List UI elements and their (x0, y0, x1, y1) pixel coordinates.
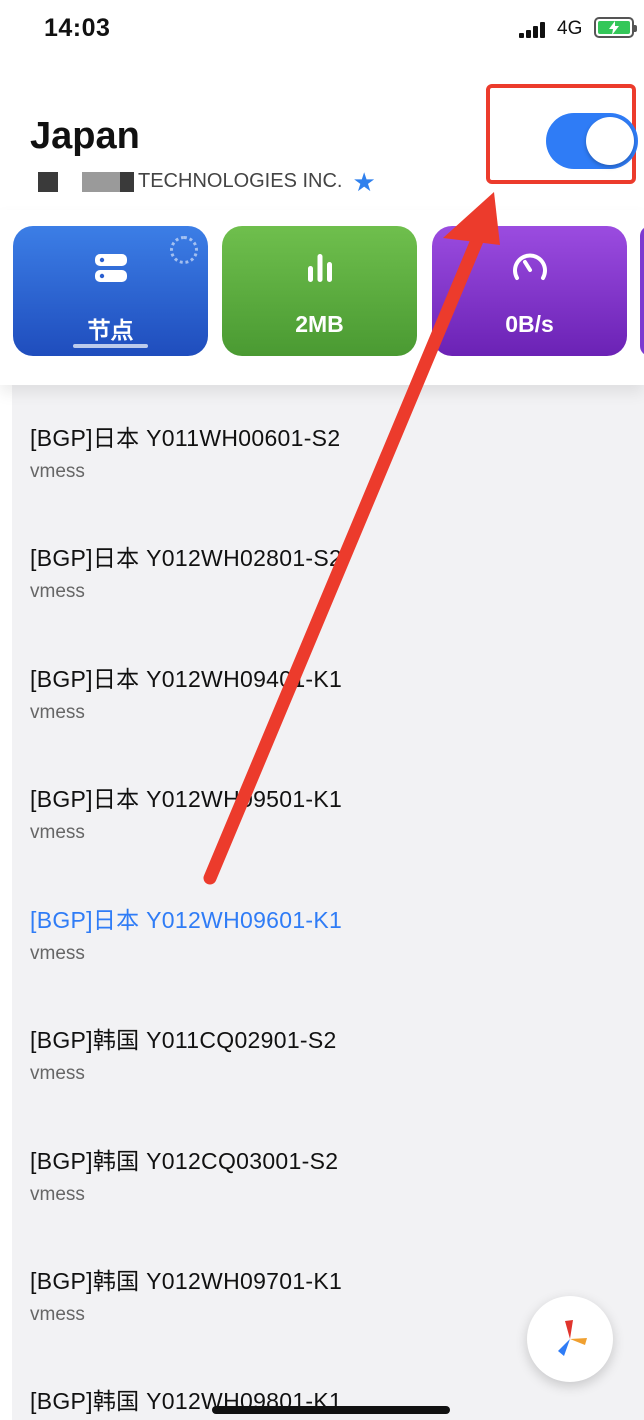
node-protocol: vmess (30, 943, 85, 964)
node-protocol: vmess (30, 822, 85, 843)
node-protocol: vmess (30, 1063, 85, 1084)
node-name: [BGP]日本 Y011WH00601-S2 (30, 425, 341, 451)
favorite-star-icon[interactable]: ★ (352, 169, 375, 195)
network-type: 4G (557, 18, 583, 39)
redacted-block (38, 171, 58, 192)
node-name: [BGP]韩国 Y011CQ02901-S2 (30, 1027, 337, 1053)
traffic-card[interactable]: 2MB (222, 226, 417, 356)
node-name: [BGP]日本 Y012WH02801-S2 (30, 545, 343, 571)
pinwheel-icon (558, 1320, 587, 1356)
node-name: [BGP]日本 Y012WH09501-K1 (30, 786, 343, 812)
list-item[interactable]: [BGP]日本 Y012WH09501-K1 vmess (30, 780, 342, 844)
speed-card-label: 0B/s (505, 311, 554, 337)
active-tab-indicator (73, 344, 148, 348)
loading-icon (170, 236, 198, 264)
more-card[interactable] (640, 226, 644, 356)
status-bar: 14:03 4G (0, 0, 644, 60)
vpn-toggle[interactable] (546, 113, 638, 169)
node-protocol: vmess (30, 1304, 85, 1325)
node-protocol: vmess (30, 1184, 85, 1205)
list-item[interactable]: [BGP]韩国 Y011CQ02901-S2 vmess (30, 1021, 337, 1085)
stats-cards: 节点 2MB 0B/s (0, 210, 644, 385)
page-title: Japan (30, 115, 140, 157)
speedometer-icon (512, 253, 547, 280)
header: Japan TECHNOLOGIES INC. ★ (0, 60, 644, 210)
node-name: [BGP]日本 Y012WH09401-K1 (30, 666, 343, 692)
list-item[interactable]: [BGP]日本 Y012WH09401-K1 vmess (30, 660, 342, 724)
home-indicator (212, 1406, 450, 1414)
list-item-selected[interactable]: [BGP]日本 Y012WH09601-K1 vmess (30, 901, 342, 965)
list-item[interactable]: [BGP]韩国 Y012CQ03001-S2 vmess (30, 1142, 338, 1206)
node-name: [BGP]韩国 Y012CQ03001-S2 (30, 1148, 339, 1174)
bar-chart-icon (307, 254, 332, 282)
traffic-card-label: 2MB (295, 311, 344, 337)
node-protocol: vmess (30, 581, 85, 602)
redacted-block (120, 171, 134, 192)
nodes-card[interactable]: 节点 (13, 226, 208, 356)
floating-action-button[interactable] (527, 1296, 613, 1382)
node-protocol: vmess (30, 461, 85, 482)
node-name: [BGP]韩国 Y012WH09701-K1 (30, 1268, 343, 1294)
list-item[interactable]: [BGP]日本 Y012WH02801-S2 vmess (30, 539, 342, 603)
list-item[interactable]: [BGP]韩国 Y012WH09701-K1 vmess (30, 1262, 342, 1326)
list-item[interactable]: [BGP]日本 Y011WH00601-S2 vmess (30, 419, 340, 483)
status-time: 14:03 (44, 14, 111, 42)
redacted-block (82, 171, 120, 192)
provider-name: TECHNOLOGIES INC. (138, 170, 343, 192)
battery-icon (594, 17, 637, 38)
node-list: [BGP]日本 Y011WH00601-S2 vmess [BGP]日本 Y01… (12, 385, 644, 1420)
signal-icon (519, 22, 547, 38)
toggle-highlight-box (486, 84, 638, 184)
toggle-knob (586, 117, 634, 165)
nodes-card-label: 节点 (87, 317, 134, 343)
provider-subtitle: TECHNOLOGIES INC. ★ (38, 169, 376, 195)
node-name: [BGP]日本 Y012WH09601-K1 (30, 907, 343, 933)
server-icon (94, 254, 127, 282)
node-protocol: vmess (30, 702, 85, 723)
speed-card[interactable]: 0B/s (432, 226, 627, 356)
